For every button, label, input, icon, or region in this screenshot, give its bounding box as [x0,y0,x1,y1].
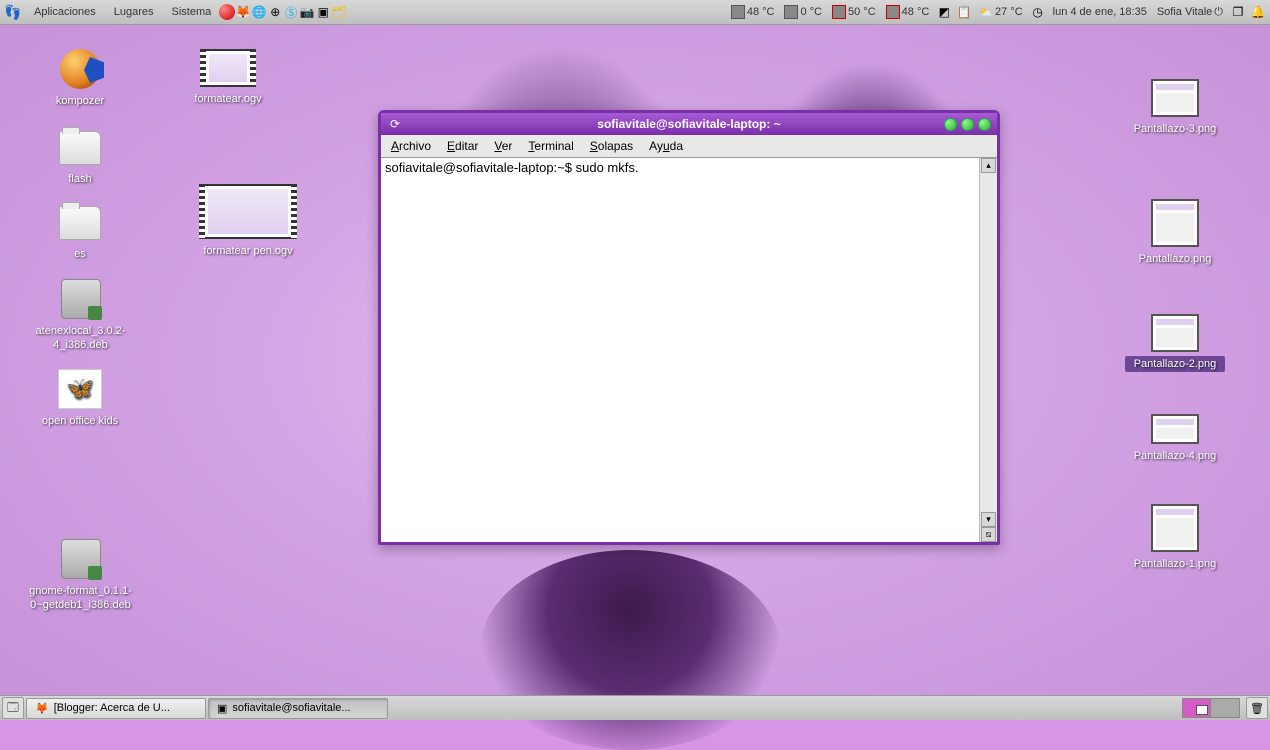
temp-sensor-2[interactable]: 0 °C [781,3,825,21]
screenshot-thumb [1151,79,1199,117]
trash-button[interactable]: 🗑 [1246,697,1268,719]
maximize-button[interactable] [961,118,974,131]
folder-icon [59,206,101,240]
icon-pantallazo4[interactable]: Pantallazo-4.png [1125,410,1225,464]
scroll-down-button[interactable]: ▾ [981,512,996,527]
tray-windows-icon[interactable]: ❐ [1230,4,1246,20]
icon-pantallazo[interactable]: Pantallazo.png [1125,195,1225,267]
terminal-menubar: Archivo Editar Ver Terminal Solapas Ayud… [381,135,997,158]
volume-icon[interactable]: 🔔 [1250,4,1266,20]
firefox-icon: 🦊 [35,702,49,715]
taskbar-terminal[interactable]: ▣ sofiavitale@sofiavitale... [208,698,388,719]
tray-icon-2[interactable]: 📋 [956,4,972,20]
menu-ayuda[interactable]: Ayuda [641,136,691,156]
help-icon[interactable]: ⊕ [267,4,283,20]
close-button[interactable] [978,118,991,131]
clock-icon: ◷ [1030,4,1046,20]
icon-pantallazo2[interactable]: Pantallazo-2.png [1125,310,1225,372]
workspace-switcher [1182,698,1240,718]
menu-archivo[interactable]: Archivo [383,136,439,156]
user-menu[interactable]: Sofia Vitale ⏻ [1154,4,1226,21]
screenshot-thumb [1151,314,1199,352]
menu-sistema[interactable]: Sistema [164,3,220,21]
scroll-up-button[interactable]: ▴ [981,158,996,173]
temp-sensor-3[interactable]: 50 °C [829,3,879,21]
taskbar-blogger[interactable]: 🦊 [Blogger: Acerca de U... [26,698,206,719]
icon-atenex[interactable]: atenexlocal_3.0.2-4_i386.deb [18,275,143,354]
window-titlebar[interactable]: ⟳ sofiavitale@sofiavitale-laptop: ~ [381,113,997,135]
launcher-3[interactable]: 🌐 [251,4,267,20]
terminal-prompt: sofiavitale@sofiavitale-laptop:~$ [385,160,576,175]
temp-sensor-4[interactable]: 48 °C [883,3,933,21]
terminal-command: sudo mkfs. [576,160,639,175]
camera-icon[interactable]: 📷 [299,4,315,20]
menu-aplicaciones[interactable]: Aplicaciones [26,3,104,21]
screenshot-thumb [1151,199,1199,247]
icon-es[interactable]: es [30,200,130,262]
clock[interactable]: lun 4 de ene, 18:35 [1050,4,1150,20]
menu-editar[interactable]: Editar [439,136,486,156]
bottom-panel: 🗔 🦊 [Blogger: Acerca de U... ▣ sofiavita… [0,695,1270,720]
launcher-1[interactable] [219,4,235,20]
top-panel: 👣 Aplicaciones Lugares Sistema 🦊 🌐 ⊕ Ⓢ 📷… [0,0,1270,25]
resize-grip[interactable]: ⧅ [981,527,996,542]
package-icon [61,539,101,579]
menu-lugares[interactable]: Lugares [106,3,162,21]
workspace-1[interactable] [1183,699,1211,717]
icon-pantallazo3[interactable]: Pantallazo-3.png [1125,75,1225,137]
workspace-2[interactable] [1211,699,1239,717]
package-icon [61,279,101,319]
screenshot-thumb [1151,504,1199,552]
icon-openofficekids[interactable]: 🦋 open office kids [30,365,130,429]
terminal-window: ⟳ sofiavitale@sofiavitale-laptop: ~ Arch… [378,110,1000,545]
menu-terminal[interactable]: Terminal [520,136,581,156]
globe-icon [60,49,100,89]
tray-icon-1[interactable]: ◩ [936,4,952,20]
terminal-launcher-icon[interactable]: ▣ [315,4,331,20]
notes-icon[interactable]: 🗂 [331,4,347,20]
menu-ver[interactable]: Ver [486,136,520,156]
minimize-button[interactable] [944,118,957,131]
terminal-icon: ▣ [217,702,227,715]
icon-formatear-ogv[interactable]: formatear.ogv [178,45,278,107]
icon-formatear-pen[interactable]: formatear pen.ogv [178,180,318,259]
show-desktop-button[interactable]: 🗔 [2,697,24,719]
terminal-body[interactable]: sofiavitale@sofiavitale-laptop:~$ sudo m… [381,158,997,542]
firefox-icon[interactable]: 🦊 [235,4,251,20]
butterfly-icon: 🦋 [58,369,102,409]
icon-kompozer[interactable]: kompozer [30,45,130,109]
icon-gnome-format[interactable]: gnome-format_0.1.1-0~getdeb1_i386.deb [18,535,143,614]
weather-applet[interactable]: ⛅ 27 °C [976,4,1025,21]
terminal-scrollbar[interactable]: ▴ ▾ ⧅ [979,158,997,542]
screenshot-thumb [1151,414,1199,444]
menu-solapas[interactable]: Solapas [582,136,641,156]
skype-icon[interactable]: Ⓢ [283,4,299,20]
main-menu-icon[interactable]: 👣 [4,4,18,21]
folder-icon [59,131,101,165]
video-icon [203,184,293,239]
window-title: sofiavitale@sofiavitale-laptop: ~ [381,117,997,131]
icon-flash[interactable]: flash [30,125,130,187]
icon-pantallazo1[interactable]: Pantallazo-1.png [1125,500,1225,572]
temp-sensor-1[interactable]: 48 °C [728,3,778,21]
video-icon [204,49,252,87]
